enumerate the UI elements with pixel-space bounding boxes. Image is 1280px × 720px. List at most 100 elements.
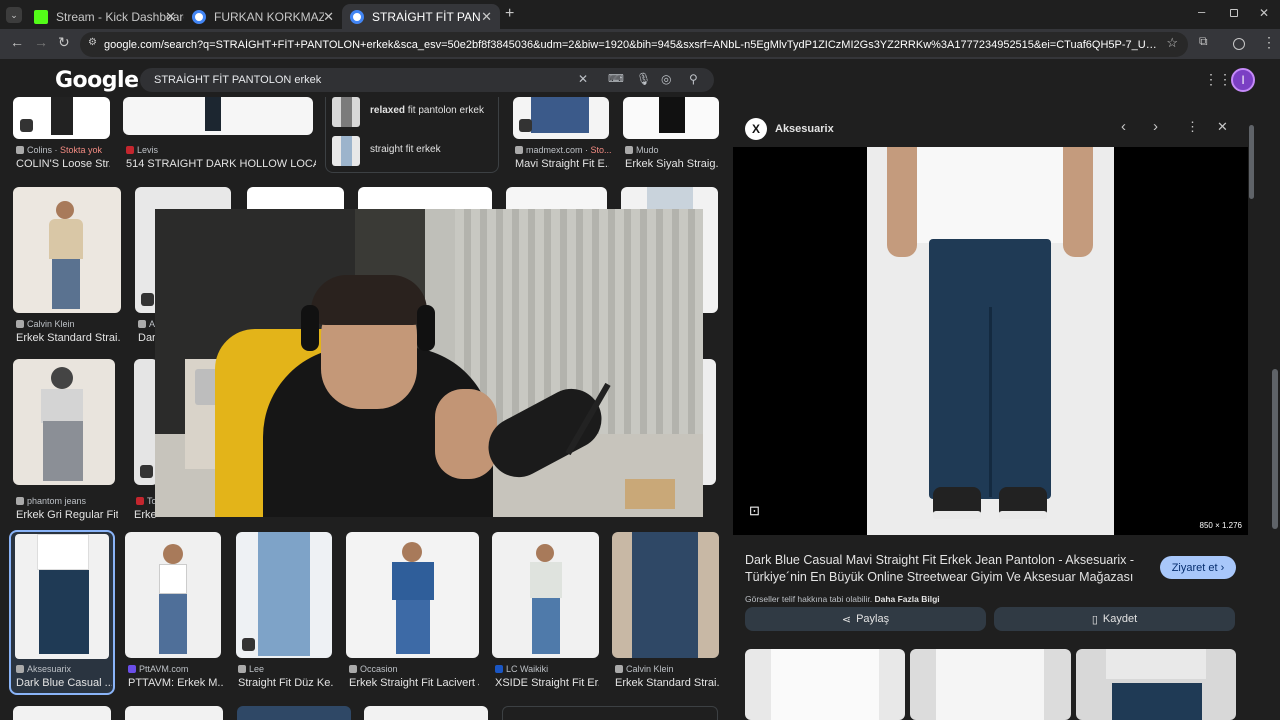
site-favicon-icon	[126, 146, 134, 154]
result-source: LC Waikiki	[495, 664, 599, 674]
result-image[interactable]	[13, 359, 115, 485]
site-favicon-icon	[128, 665, 136, 673]
more-options-icon[interactable]: ⋮	[1186, 119, 1199, 135]
close-tab-icon[interactable]: ✕	[481, 9, 492, 25]
search-input[interactable]: STRAİGHT FİT PANTOLON erkek	[140, 68, 714, 92]
result-title[interactable]: Dark Blue Casual ...	[16, 677, 112, 689]
result-title[interactable]: COLIN'S Loose Str...	[16, 158, 110, 170]
close-window-icon[interactable]: ✕	[1259, 6, 1269, 20]
site-favicon-icon	[238, 665, 246, 673]
search-icon[interactable]: ⚲	[689, 72, 698, 86]
tab-kick-dashboard[interactable]: Stream - Kick Dashboard ✕	[26, 4, 184, 29]
result-image[interactable]	[13, 97, 110, 139]
result-title[interactable]: Straight Fit Düz Ke...	[238, 677, 334, 689]
lens-icon[interactable]: ◎	[661, 72, 671, 86]
microphone-icon[interactable]: 🎙︎	[636, 72, 651, 86]
bookmark-icon: ▯	[1091, 613, 1098, 626]
result-image[interactable]	[513, 97, 609, 139]
clear-search-icon[interactable]: ✕	[578, 72, 588, 86]
more-info-link[interactable]: Daha Fazla Bilgi	[874, 594, 939, 604]
result-image[interactable]	[346, 532, 479, 658]
close-panel-icon[interactable]: ✕	[1217, 119, 1228, 135]
chevron-right-icon: ›	[1220, 561, 1225, 574]
lens-search-icon[interactable]: ⊡	[749, 503, 760, 519]
result-title[interactable]: XSIDE Straight Fit Er...	[495, 677, 599, 689]
result-image[interactable]	[492, 532, 599, 658]
result-image[interactable]	[364, 706, 488, 720]
forward-icon[interactable]: →	[34, 34, 48, 50]
site-favicon-icon	[16, 146, 24, 154]
reload-icon[interactable]: ↻	[58, 34, 70, 51]
result-source: madmext.com · Sto...	[515, 145, 611, 155]
preview-image[interactable]: ⊡ 850 × 1.276	[733, 147, 1248, 535]
result-image[interactable]	[13, 706, 111, 720]
profile-icon[interactable]	[1233, 38, 1245, 50]
address-bar[interactable]: ⚙ google.com/search?q=STRAİGHT+FİT+PANTO…	[80, 32, 1188, 57]
related-suggestions: relaxed fit pantolon erkek straight fit …	[325, 97, 499, 173]
close-tab-icon[interactable]: ✕	[165, 9, 176, 25]
result-title[interactable]: Erkek Siyah Straig...	[625, 158, 719, 170]
tab-strip: ⌄ Stream - Kick Dashboard ✕ FURKAN KORKM…	[0, 0, 1280, 29]
product-badge-icon	[519, 119, 532, 132]
tab-straight-fit[interactable]: STRAİGHT FİT PANTOLON erke ✕	[342, 4, 500, 29]
result-title[interactable]: Erkek Standard Strai...	[16, 332, 121, 344]
previous-image-icon[interactable]: ‹	[1121, 118, 1126, 135]
suggestion-bold: relaxed	[370, 105, 406, 116]
tab-search-button[interactable]: ⌄	[6, 7, 22, 23]
site-favicon-icon	[16, 497, 24, 505]
page-scrollbar[interactable]	[1272, 369, 1278, 529]
extensions-icon[interactable]: ⧉	[1199, 34, 1208, 49]
panel-title[interactable]: Dark Blue Casual Mavi Straight Fit Erkek…	[745, 552, 1145, 586]
suggestion-item[interactable]: straight fit erkek	[332, 136, 492, 166]
result-title[interactable]: Mavi Straight Fit E...	[515, 158, 609, 170]
result-image[interactable]	[125, 706, 223, 720]
minimize-icon[interactable]: –	[1198, 4, 1205, 19]
result-title[interactable]: 514 STRAIGHT DARK HOLLOW LOCAL...	[126, 158, 316, 170]
apps-grid-icon[interactable]: ⋮⋮	[1204, 71, 1232, 88]
avatar-letter: I	[1241, 73, 1245, 87]
avatar[interactable]: I	[1231, 68, 1255, 92]
share-button[interactable]: ⋖ Paylaş	[745, 607, 986, 631]
save-button[interactable]: ▯ Kaydet	[994, 607, 1235, 631]
google-logo[interactable]: Google	[55, 68, 139, 93]
close-tab-icon[interactable]: ✕	[323, 9, 334, 25]
result-image[interactable]	[702, 359, 716, 485]
bookmark-star-icon[interactable]: ☆	[1166, 35, 1178, 51]
site-favicon-icon	[16, 665, 24, 673]
image-dimensions: 850 × 1.276	[1199, 521, 1242, 530]
result-image[interactable]	[123, 97, 313, 135]
result-title[interactable]: Dar	[138, 332, 156, 344]
result-image[interactable]	[236, 532, 332, 658]
result-image[interactable]	[612, 532, 719, 658]
related-image[interactable]	[1076, 649, 1236, 720]
result-title[interactable]: Erkek Gri Regular Fit...	[16, 509, 118, 521]
visit-button[interactable]: Ziyaret et ›	[1160, 556, 1236, 579]
panel-site-name[interactable]: Aksesuarix	[775, 123, 834, 135]
result-image[interactable]	[237, 706, 351, 720]
related-image[interactable]	[910, 649, 1071, 720]
result-image[interactable]	[623, 97, 719, 139]
related-image[interactable]	[745, 649, 905, 720]
suggestion-text: fit pantolon erkek	[405, 105, 484, 116]
suggestion-item[interactable]: relaxed fit pantolon erkek	[332, 97, 492, 127]
maximize-icon[interactable]	[1230, 9, 1238, 17]
result-title[interactable]: Erkek Standard Strai...	[615, 677, 719, 689]
result-title[interactable]: PTTAVM: Erkek M...	[128, 677, 224, 689]
site-favicon-icon	[495, 665, 503, 673]
site-info-icon[interactable]: ⚙	[88, 37, 97, 48]
panel-scrollbar[interactable]	[1249, 125, 1254, 199]
result-title[interactable]: Erkek Straight Fit Lacivert J...	[349, 677, 479, 689]
result-image[interactable]	[125, 532, 221, 658]
result-image[interactable]	[13, 187, 121, 313]
copyright-notice: Görseller telif hakkına tabi olabilir. D…	[745, 594, 940, 604]
keyboard-icon[interactable]: ⌨	[608, 72, 624, 85]
site-favicon-icon	[16, 320, 24, 328]
new-tab-icon[interactable]: +	[505, 5, 514, 23]
back-icon[interactable]: ←	[10, 34, 24, 50]
result-source: Calvin Klein	[615, 664, 719, 674]
result-title[interactable]: Erkel	[134, 509, 156, 521]
tab-furkan-korkmaz[interactable]: FURKAN KORKMAZ - Google'd ✕	[184, 4, 342, 29]
menu-dots-icon[interactable]: ⋮	[1262, 34, 1276, 51]
next-image-icon[interactable]: ›	[1153, 118, 1158, 135]
result-image[interactable]	[502, 706, 718, 720]
